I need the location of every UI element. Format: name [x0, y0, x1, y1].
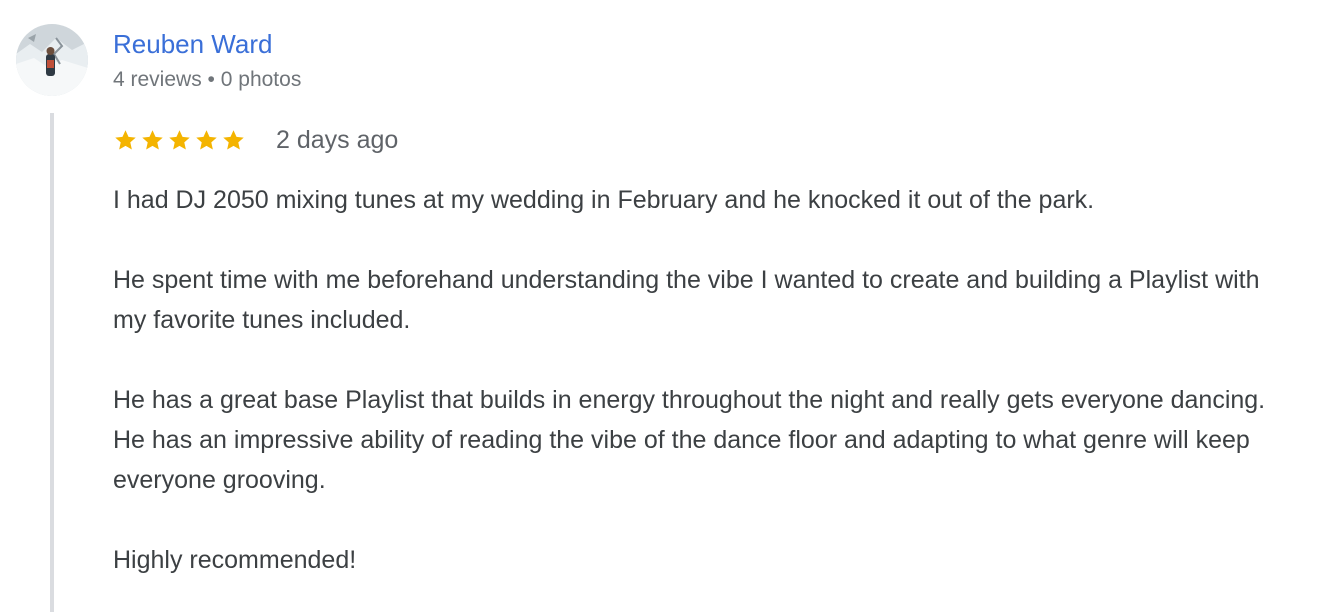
review-date: 2 days ago	[276, 126, 399, 154]
review-text: I had DJ 2050 mixing tunes at my wedding…	[113, 180, 1298, 580]
review-paragraph: Highly recommended!	[113, 546, 357, 574]
star-icon	[113, 128, 138, 153]
reviewer-avatar[interactable]	[16, 24, 88, 96]
meta-separator: •	[207, 68, 215, 91]
photos-count: 0 photos	[220, 68, 302, 91]
star-rating	[113, 126, 246, 154]
review-paragraph: I had DJ 2050 mixing tunes at my wedding…	[113, 186, 1095, 214]
reviewer-meta: 4 reviews • 0 photos	[113, 67, 301, 93]
reviews-count: 4 reviews	[113, 68, 202, 91]
reviewer-name-link[interactable]: Reuben Ward	[113, 28, 272, 60]
star-icon	[167, 128, 192, 153]
star-icon	[194, 128, 219, 153]
star-icon	[221, 128, 246, 153]
review-paragraph: He has a great base Playlist that builds…	[113, 386, 1266, 494]
review-thread-line	[50, 113, 54, 612]
avatar-photo-icon	[16, 24, 88, 96]
review-paragraph: He spent time with me beforehand underst…	[113, 266, 1260, 334]
star-icon	[140, 128, 165, 153]
